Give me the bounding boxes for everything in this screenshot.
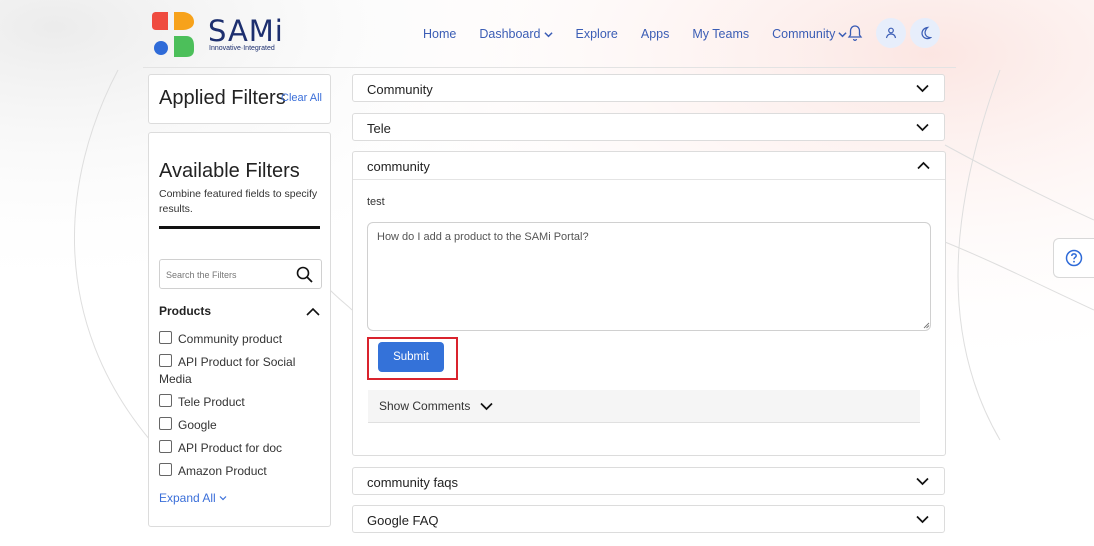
main-nav: Home Dashboard Explore Apps My Teams Com…	[423, 25, 870, 43]
accordion-label: community faqs	[367, 475, 459, 490]
nav-dashboard[interactable]: Dashboard	[479, 27, 553, 41]
products-heading: Products	[159, 304, 212, 318]
filter-search-input[interactable]	[166, 267, 286, 283]
logo-tagline: Innovative·Integrated	[209, 45, 275, 52]
nav-explore[interactable]: Explore	[576, 27, 618, 41]
clear-all-link[interactable]: Clear All	[281, 92, 322, 104]
accordion-label: Community	[367, 82, 433, 97]
nav-my-teams[interactable]: My Teams	[692, 27, 749, 41]
product-checkbox[interactable]	[159, 417, 172, 430]
header-divider	[143, 67, 956, 68]
list-item: Community product	[159, 331, 324, 348]
applied-filters-title: Applied Filters	[159, 87, 286, 109]
theme-toggle-button[interactable]	[910, 18, 940, 48]
list-item: Amazon Product	[159, 463, 324, 480]
sami-logo[interactable]: SAMi Innovative·Integrated	[152, 8, 292, 60]
accordion-label: Tele	[367, 121, 391, 136]
user-icon	[885, 27, 897, 39]
chevron-down-icon	[916, 123, 929, 132]
nav-my-teams-label: My Teams	[692, 27, 750, 41]
available-filters-card: Available Filters Combine featured field…	[148, 132, 331, 527]
accordion-tele[interactable]: Tele	[352, 113, 945, 141]
product-checkbox[interactable]	[159, 440, 172, 453]
list-item: Tele Product	[159, 394, 324, 411]
expand-all-label: Expand All	[159, 491, 216, 505]
expand-all-link[interactable]: Expand All	[159, 491, 227, 505]
products-filter-list: Community product API Product for Social…	[159, 331, 324, 486]
question-textarea[interactable]	[367, 222, 931, 331]
accordion-community[interactable]: Community	[352, 74, 945, 102]
accordion-google-faq[interactable]: Google FAQ	[352, 505, 945, 533]
moon-icon	[921, 26, 932, 40]
available-filters-title: Available Filters	[159, 160, 300, 182]
chevron-down-icon	[916, 84, 929, 93]
product-label: Google	[178, 418, 217, 432]
chevron-up-icon[interactable]	[306, 307, 320, 317]
show-comments-label: Show Comments	[379, 399, 471, 413]
product-checkbox[interactable]	[159, 331, 172, 344]
filters-divider	[159, 226, 320, 229]
faq-answer-text: test	[367, 196, 385, 208]
applied-filters-card: Applied Filters Clear All	[148, 74, 331, 124]
product-checkbox[interactable]	[159, 463, 172, 476]
nav-explore-label: Explore	[575, 27, 618, 41]
filter-search-box	[159, 259, 322, 289]
nav-home[interactable]: Home	[423, 27, 456, 41]
nav-home-label: Home	[423, 27, 457, 41]
show-comments-toggle[interactable]: Show Comments	[368, 390, 920, 423]
chevron-up-icon	[917, 161, 930, 170]
help-button[interactable]	[1053, 238, 1094, 278]
chevron-down-icon	[480, 402, 493, 411]
logo-text: SAMi	[208, 14, 284, 48]
product-label: API Product for Social Media	[159, 355, 296, 386]
chevron-down-icon	[219, 496, 227, 501]
logo-mark-icon	[152, 12, 194, 57]
product-label: Amazon Product	[178, 464, 267, 478]
accordion-community-open: community test Submit Show Comments	[352, 151, 946, 456]
nav-community-label: Community	[772, 27, 836, 41]
accordion-community-faqs[interactable]: community faqs	[352, 467, 945, 495]
nav-apps-label: Apps	[640, 27, 670, 41]
accordion-label: Google FAQ	[367, 513, 439, 528]
chevron-down-icon	[916, 477, 929, 486]
list-item: Google	[159, 417, 324, 434]
top-navbar: SAMi Innovative·Integrated Home Dashboar…	[0, 0, 1094, 67]
list-item: API Product for Social Media	[159, 354, 324, 388]
help-question-icon	[1065, 249, 1083, 267]
product-checkbox[interactable]	[159, 354, 172, 367]
bell-icon[interactable]	[846, 24, 864, 42]
product-checkbox[interactable]	[159, 394, 172, 407]
nav-dashboard-label: Dashboard	[479, 27, 541, 41]
product-label: Community product	[178, 332, 283, 346]
product-label: Tele Product	[178, 395, 245, 409]
chevron-down-icon	[916, 515, 929, 524]
submit-button[interactable]: Submit	[378, 342, 444, 372]
list-item: API Product for doc	[159, 440, 324, 457]
nav-apps[interactable]: Apps	[641, 27, 670, 41]
chevron-down-icon	[543, 31, 553, 37]
accordion-label: community	[367, 159, 430, 174]
nav-community[interactable]: Community	[772, 27, 847, 41]
resize-grip-icon[interactable]	[923, 322, 930, 329]
available-filters-description: Combine featured fields to specify resul…	[159, 188, 318, 215]
accordion-open-header[interactable]: community	[353, 152, 945, 180]
search-icon[interactable]	[296, 266, 313, 283]
user-profile-button[interactable]	[876, 18, 906, 48]
product-label: API Product for doc	[178, 441, 283, 455]
